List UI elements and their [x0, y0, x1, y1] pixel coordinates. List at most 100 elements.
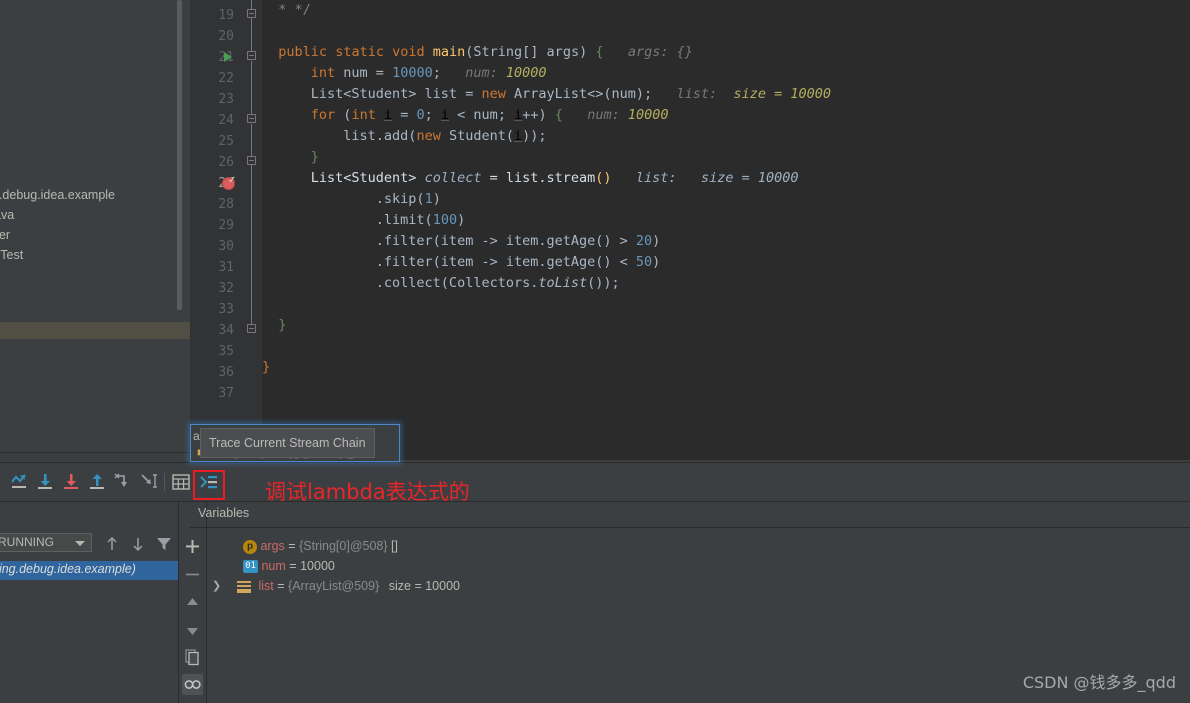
trace-stream-chain-tooltip: Trace Current Stream Chain [200, 428, 375, 458]
thread-selector-combo[interactable]: RUNNING [0, 533, 92, 552]
tree-item-0[interactable]: g.debug.idea.example [0, 185, 115, 205]
show-execution-point-icon[interactable] [8, 471, 30, 493]
tree-item-1[interactable]: ava [0, 205, 14, 225]
variable-name: args [260, 539, 285, 553]
code-text-area[interactable]: * */ public static void main(String[] ar… [262, 0, 1190, 460]
debug-tool-window: RUNNING Variables p args = {String[0]@50… [0, 501, 1190, 703]
tree-item-3[interactable]: yTest [0, 245, 23, 265]
left-hline-1 [0, 452, 190, 453]
variable-equals: = [289, 559, 297, 573]
fold-rail-line-4 [251, 165, 252, 325]
line-number-29: 29 [218, 218, 234, 233]
run-to-cursor-icon[interactable] [138, 471, 160, 493]
fold-rail-line-1 [251, 18, 252, 52]
force-step-into-icon[interactable] [112, 471, 134, 493]
line-number-22: 22 [218, 71, 234, 86]
code-editor[interactable]: 19 20 21 22 23 24 25 26 27 28 29 30 31 3… [190, 0, 1190, 460]
chevron-down-icon[interactable] [75, 541, 85, 546]
line-number-30: 30 [218, 239, 234, 254]
frame-up-icon[interactable] [102, 534, 124, 556]
debugger-toolbar [0, 462, 1190, 501]
code-line-34: } [278, 317, 287, 333]
scrollbar-thumb[interactable] [177, 0, 182, 310]
fold-marker-26[interactable] [247, 156, 256, 165]
code-line-29: .limit(100) [262, 212, 466, 228]
code-line-26: } [310, 149, 319, 165]
code-line-36: } [262, 359, 271, 375]
variable-equals: = [288, 539, 296, 553]
line-number-23: 23 [218, 92, 234, 107]
fold-rail-line-3 [251, 124, 252, 157]
line-number-20: 20 [218, 29, 234, 44]
code-line-27: List<Student> collect = list.stream() li… [262, 170, 799, 186]
filter-frames-icon[interactable] [154, 534, 176, 556]
line-number-34: 34 [218, 323, 234, 338]
step-out-icon[interactable] [86, 471, 108, 493]
step-over-icon[interactable] [34, 471, 56, 493]
code-line-23: List<Student> list = new ArrayList<>(num… [262, 86, 831, 102]
tab-variables[interactable]: Variables [198, 506, 249, 520]
collection-badge-icon [237, 580, 251, 593]
code-line-21: public static void main(String[] args) {… [278, 44, 693, 60]
expand-list-chevron-icon[interactable]: ❯ [212, 576, 221, 596]
project-tree-scrollbar[interactable] [176, 0, 183, 322]
frame-down-icon[interactable] [128, 534, 150, 556]
line-number-37: 37 [218, 386, 234, 401]
move-down-icon[interactable] [182, 620, 203, 641]
variable-value: [] [391, 539, 398, 553]
variable-row-args[interactable]: p args = {String[0]@508} [] [243, 536, 398, 556]
thread-status-label: RUNNING [0, 535, 54, 549]
fold-marker-24[interactable] [247, 114, 256, 123]
fold-rail-line-top [251, 0, 252, 10]
code-line-22: int num = 10000; num: 10000 [310, 65, 547, 81]
variable-equals: = [277, 579, 285, 593]
tree-item-2[interactable]: der [0, 225, 10, 245]
run-method-icon[interactable] [224, 52, 232, 62]
frame-row-label: ping.debug.idea.example) [0, 562, 136, 576]
parameter-badge-icon: p [243, 539, 257, 554]
variable-name: num [261, 559, 286, 573]
editor-fold-rail[interactable] [252, 0, 262, 460]
step-into-icon[interactable] [60, 471, 82, 493]
fold-rail-line-2 [251, 61, 252, 115]
frame-row-selected[interactable]: ping.debug.idea.example) [0, 561, 178, 580]
variable-ref: {String[0]@508} [299, 539, 388, 553]
line-number-19: 19 [218, 8, 234, 23]
line-number-24: 24 [218, 113, 234, 128]
variable-value: 10000 [300, 559, 335, 573]
toolbar-separator [164, 473, 165, 491]
screenshot-root: g.debug.idea.example ava der yTest r 19 … [0, 0, 1190, 703]
variable-value: size = 10000 [388, 579, 460, 593]
variable-row-list[interactable]: list = {ArrayList@509} size = 10000 [237, 576, 460, 596]
variable-ref: {ArrayList@509} [288, 579, 380, 593]
annotation-highlight-box [193, 470, 225, 500]
left-lower-region [0, 339, 190, 460]
project-tree[interactable]: g.debug.idea.example ava der yTest r [0, 0, 183, 322]
primitive-badge-icon: 01 [243, 560, 258, 574]
frames-panel: RUNNING [0, 502, 178, 703]
line-number-36: 36 [218, 365, 234, 380]
annotation-text: 调试lambda表达式的 [265, 480, 470, 504]
evaluate-expression-icon[interactable] [170, 471, 192, 493]
code-line-24: for (int i = 0; i < num; i++) { num: 100… [310, 107, 669, 123]
line-number-32: 32 [218, 281, 234, 296]
watches-toggle-icon[interactable] [182, 674, 203, 695]
code-line-32: .collect(Collectors.toList()); [262, 275, 620, 291]
line-number-26: 26 [218, 155, 234, 170]
variable-row-num[interactable]: 01 num = 10000 [243, 556, 335, 576]
variables-side-toolbar [179, 528, 206, 703]
project-tool-window: g.debug.idea.example ava der yTest r [0, 0, 190, 460]
move-up-icon[interactable] [182, 592, 203, 613]
fold-marker-34[interactable] [247, 324, 256, 333]
fold-marker-19[interactable] [247, 9, 256, 18]
csdn-watermark: CSDN @钱多多_qdd [1022, 673, 1176, 692]
add-watch-icon[interactable] [182, 536, 203, 557]
line-number-33: 33 [218, 302, 234, 317]
code-line-30: .filter(item -> item.getAge() > 20) [262, 233, 661, 249]
copy-value-icon[interactable] [182, 646, 203, 667]
fold-marker-21[interactable] [247, 51, 256, 60]
remove-watch-icon[interactable] [182, 564, 203, 585]
